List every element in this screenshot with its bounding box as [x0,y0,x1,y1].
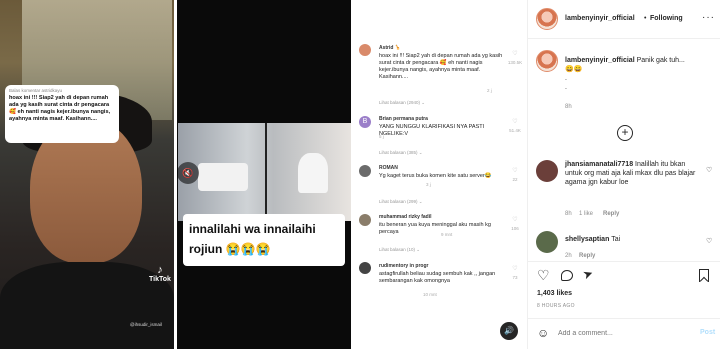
hospital-bed [198,163,248,191]
actions-divider [528,261,720,262]
posted-ago: 8 HOURS AGO [537,303,575,309]
view-replies: Lihat balasan (2940) ⌄ [379,100,426,105]
caption: lambenyinyir_official Panik gak tuh... 😄… [565,56,715,92]
commenter-avatar[interactable] [536,231,558,253]
reply-time: 8h [565,211,572,217]
view-replies: Lihat balasan (10) ⌄ [379,247,421,252]
tiktok-handle: @ihsudir_ismail [130,322,162,327]
comment-likes: 73 [512,275,518,280]
comment-avatar [359,44,371,56]
reply-username[interactable]: shellysaptian [565,236,609,243]
video-frame-left: Balas komentar astridkayu hoax ini !!! S… [0,0,174,349]
post-comment-button[interactable]: Post [700,329,715,336]
comment-avatar: B [359,116,371,128]
comment-time: 2 j [487,88,492,93]
more-options-icon[interactable]: ··· [702,12,715,23]
comment-avatar [359,165,371,177]
header-username[interactable]: lambenyinyir_official [565,15,635,22]
caption-emoji: 😄😄 [565,66,583,73]
emoji-icon[interactable]: ☺ [537,326,549,340]
tiktok-logo: ♪ TikTok [147,264,173,283]
caption-avatar[interactable] [536,50,558,72]
bubble-text: hoax ini !!! Siap2 yah di depan rumah ad… [9,95,111,122]
profile-avatar[interactable] [536,8,558,30]
share-icon[interactable]: ➤ [581,266,595,283]
bubble-header: Balas komentar astridkayu [9,88,63,93]
likes-count[interactable]: 1,403 likes [537,290,572,297]
like-comment-icon[interactable]: ♡ [706,166,712,174]
speaker-icon[interactable]: 🔇 [177,162,199,184]
comment-likes: 51.4K [509,128,521,133]
reply-time: 2h [565,253,572,259]
reply-text: Tai [611,236,621,243]
video-caption: innalilahi wa innailaihi rojiun 😭😭😭 [183,214,345,266]
medic-figure [298,153,328,193]
header-divider [528,38,720,39]
comment-time: 9 mnt [441,232,453,237]
like-comment-icon[interactable]: ♡ [706,237,712,245]
following-button[interactable]: Following [650,15,683,22]
bookmark-icon[interactable] [699,269,709,286]
separator-dot: • [644,15,647,22]
caption-time: 8h [565,104,572,110]
comment-text: hoax ini !!! Siap2 yah di depan rumah ad… [379,53,503,80]
caption-line-2: rojiun 😭😭😭 [189,242,271,256]
load-more-comments-icon[interactable]: + [617,125,633,141]
view-replies: Lihat balasan (299) ⌄ [379,199,423,204]
reply-button[interactable]: Reply [603,211,619,217]
comment-text: astagfirullah beliau sudag sembuh kak ,,… [379,271,496,284]
comment-avatar [359,262,371,274]
reply-username[interactable]: jhansiamanatali7718 [565,161,633,168]
comment-text: Yg kaget terus buka komen kite satu serv… [379,173,492,179]
comment-avatar [359,214,371,226]
comment-name: ROMAN [379,165,398,171]
tiktok-label: TikTok [149,276,171,283]
caption-username[interactable]: lambenyinyir_official [565,57,635,64]
tiktok-icon: ♪ [157,264,163,276]
comment-reply-bubble: Balas komentar astridkayu hoax ini !!! S… [5,85,119,143]
heart-icon: ♡ [512,217,518,223]
heart-icon: ♡ [512,51,518,57]
comment-likes: 22 [512,177,518,182]
comments-screenshot: Astrid 🦒 hoax ini !!! Siap2 yah di depan… [351,0,527,349]
comment-icon[interactable] [561,270,573,281]
comment-likes: 106 [511,226,519,231]
view-replies: Lihat balasan (385) ⌄ [379,150,423,155]
heart-icon: ♡ [512,119,518,125]
like-heart-icon[interactable]: ♡ [537,268,550,282]
post-sidebar: lambenyinyir_official • Following ··· la… [527,0,720,349]
photo-split [265,123,267,221]
comment-time: 10 mnt [423,292,437,297]
comment-time: 5 j [379,134,384,139]
heart-icon: ♡ [512,168,518,174]
caption-line-1: innalilahi wa innailaihi [189,222,316,236]
video-frame-middle: 🔇 innalilahi wa innailaihi rojiun 😭😭😭 [177,0,351,349]
commenter-avatar[interactable] [536,160,558,182]
caption-text: Panik gak tuh... [636,57,685,64]
reply-comment: jhansiamanatali7718 Inalillah itu bkan u… [565,160,697,187]
comment-text: YANG NUNGGU KLARIFIKASI NYA PASTI NGELIK… [379,124,485,137]
comment-name: Astrid 🦒 [379,45,402,51]
reply-likes[interactable]: 1 like [579,211,593,217]
volume-icon[interactable]: 🔊 [500,322,518,340]
comment-name: rudimentory in progr [379,263,429,269]
comment-box-divider [528,318,720,319]
reply-button[interactable]: Reply [579,253,595,259]
caption-dots: . . [565,75,567,91]
comment-name: Brian permana putra [379,116,428,122]
add-comment-input[interactable] [558,326,698,340]
heart-icon: ♡ [512,266,518,272]
comment-likes: 130.5K [507,60,523,65]
comment-time: 3 j [426,182,431,187]
comment-name: muhammad rizky fadil [379,214,432,220]
post-media[interactable]: Balas komentar astridkayu hoax ini !!! S… [0,0,527,349]
reply-comment: shellysaptian Tai [565,235,697,244]
